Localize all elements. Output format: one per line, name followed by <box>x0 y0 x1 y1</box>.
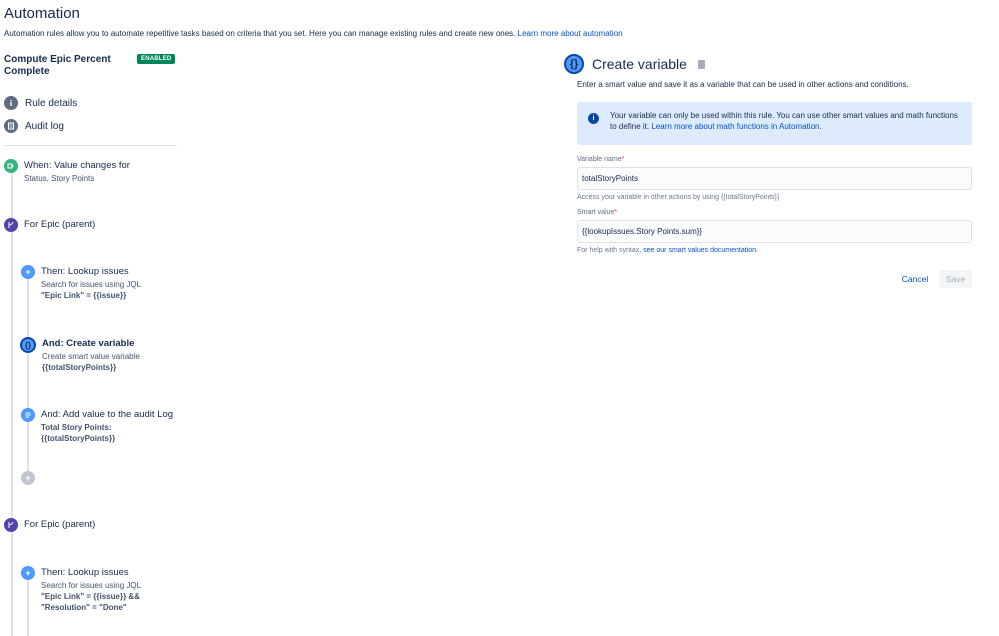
step-title: Then: Lookup issues <box>41 567 129 578</box>
page-description: Automation rules allow you to automate r… <box>4 29 623 38</box>
step-detail: {{totalStoryPoints}} <box>41 434 116 443</box>
nav-rule-details[interactable]: Rule details <box>4 96 77 110</box>
plus-icon: + <box>21 471 35 485</box>
step-detail: "Epic Link" = {{issue}} && <box>41 592 140 601</box>
plus-icon: + <box>21 265 35 279</box>
page-title: Automation <box>4 5 80 22</box>
audit-log-step[interactable]: And: Add value to the audit Log Total St… <box>21 408 173 444</box>
panel-header: {} Create variable <box>564 54 705 74</box>
info-icon: i <box>588 113 599 124</box>
step-title: When: Value changes for <box>24 160 130 171</box>
step-detail: Total Story Points: <box>41 423 112 432</box>
panel-title: Create variable <box>592 56 687 72</box>
step-detail: Create smart value variable <box>42 352 140 361</box>
add-component-button[interactable]: + <box>21 471 35 485</box>
panel-description: Enter a smart value and save it as a var… <box>577 80 909 89</box>
step-detail: Search for issues using JQL <box>41 581 142 590</box>
learn-more-automation-link[interactable]: Learn more about automation <box>518 29 623 38</box>
variable-name-label: Variable name* <box>577 156 624 163</box>
step-detail: "Epic Link" = {{issue}} <box>41 291 127 300</box>
variable-name-input[interactable] <box>577 167 972 190</box>
step-detail: Search for issues using JQL <box>41 280 142 289</box>
smart-value-help: For help with syntax, see our smart valu… <box>577 247 758 254</box>
variable-help-text: Access your variable in other actions by… <box>577 194 780 201</box>
step-title: For Epic (parent) <box>24 219 96 230</box>
status-badge: ENABLED <box>137 54 176 64</box>
smart-value-input[interactable] <box>577 220 972 243</box>
step-title: And: Add value to the audit Log <box>41 409 174 420</box>
cancel-button[interactable]: Cancel <box>897 270 933 287</box>
trash-icon[interactable] <box>697 59 705 69</box>
rule-name: Compute Epic Percent Complete <box>4 54 111 77</box>
step-detail: Status, Story Points <box>24 174 95 183</box>
step-detail: "Resolution" = "Done" <box>41 603 127 612</box>
variable-name-label-text: Variable name <box>577 156 622 163</box>
timeline-line <box>11 170 13 636</box>
smart-help-prefix: For help with syntax, <box>577 247 642 254</box>
smart-value-label-text: Smart value <box>577 209 615 216</box>
trigger-icon <box>4 159 18 173</box>
branch-step[interactable]: For Epic (parent) <box>4 218 95 232</box>
smart-values-docs-link[interactable]: see our smart values documentation. <box>643 247 758 254</box>
nav-rule-details-label: Rule details <box>25 97 78 109</box>
create-variable-step[interactable]: {} And: Create variable Create smart val… <box>20 337 140 373</box>
step-detail: {{totalStoryPoints}} <box>42 363 117 372</box>
page-description-text: Automation rules allow you to automate r… <box>4 29 516 38</box>
step-title: For Epic (parent) <box>24 519 96 530</box>
step-title: Then: Lookup issues <box>41 266 129 277</box>
curly-braces-icon: {} <box>20 337 36 353</box>
lookup-issues-step[interactable]: + Then: Lookup issues Search for issues … <box>21 566 141 613</box>
info-message: i Your variable can only be used within … <box>577 102 972 145</box>
branch-step[interactable]: For Epic (parent) <box>4 518 95 532</box>
required-marker: * <box>614 209 618 216</box>
branch-icon <box>4 518 18 532</box>
plus-icon: + <box>21 566 35 580</box>
math-functions-link[interactable]: Learn more about math functions in Autom… <box>651 122 821 131</box>
nav-audit-log[interactable]: Audit log <box>4 119 64 133</box>
info-icon <box>4 96 18 110</box>
smart-value-label: Smart value* <box>577 209 617 216</box>
step-title: And: Create variable <box>42 338 135 349</box>
divider <box>4 145 177 146</box>
nav-audit-log-label: Audit log <box>25 120 64 132</box>
branch-icon <box>4 218 18 232</box>
lookup-issues-step[interactable]: + Then: Lookup issues Search for issues … <box>21 265 141 301</box>
timeline-branch-line <box>27 275 29 475</box>
log-icon <box>21 408 35 422</box>
required-marker: * <box>621 156 625 163</box>
curly-braces-icon: {} <box>564 54 584 74</box>
audit-log-icon <box>4 119 18 133</box>
save-button[interactable]: Save <box>939 270 972 288</box>
trigger-step[interactable]: When: Value changes for Status, Story Po… <box>4 159 130 184</box>
